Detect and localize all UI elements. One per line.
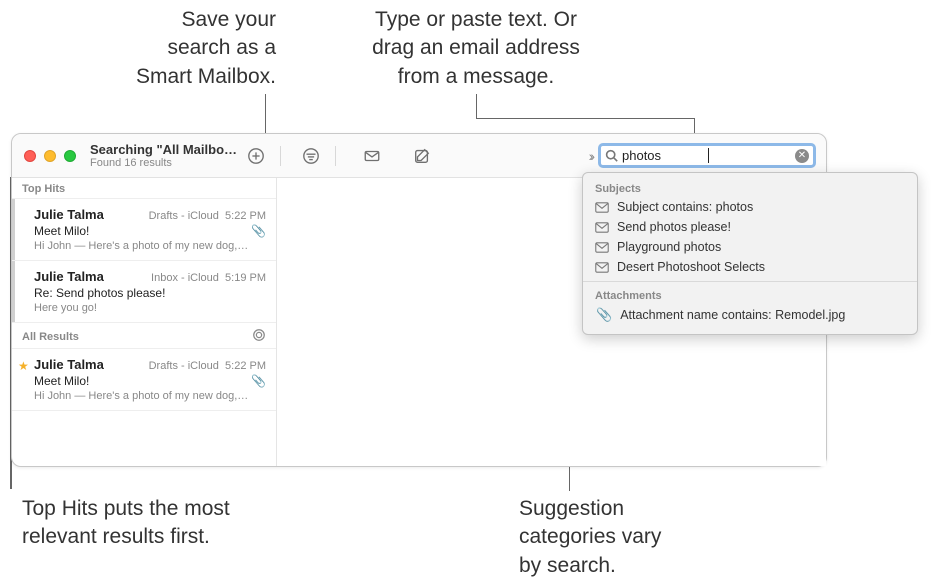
section-header-label: All Results — [22, 331, 79, 343]
compose-button[interactable] — [408, 142, 436, 170]
message-sender: Julie Talma — [34, 357, 104, 372]
search-icon — [605, 149, 618, 162]
suggestion-label: Attachment name contains: Remodel.jpg — [620, 308, 845, 322]
overflow-icon[interactable]: ›› — [589, 148, 592, 164]
search-suggestions-popover: Subjects Subject contains: photos Send p… — [582, 172, 918, 335]
message-preview: Here you go! — [34, 302, 266, 314]
callout-smart-mailbox: Save yoursearch as aSmart Mailbox. — [76, 6, 276, 91]
paperclip-icon: 📎 — [596, 307, 612, 323]
sort-icon[interactable] — [252, 328, 266, 345]
popover-header-subjects: Subjects — [583, 179, 917, 197]
callout-search-hint: Type or paste text. Ordrag an email addr… — [336, 6, 616, 91]
message-item[interactable]: Julie Talma Inbox - iCloud 5:19 PM Re: S… — [12, 261, 276, 323]
suggestion-item[interactable]: Send photos please! — [583, 217, 917, 237]
callout-line — [476, 94, 477, 118]
accent-indicator — [12, 261, 15, 322]
suggestion-label: Subject contains: photos — [617, 200, 753, 214]
suggestion-item[interactable]: 📎 Attachment name contains: Remodel.jpg — [583, 304, 917, 326]
envelope-icon — [595, 242, 609, 253]
search-input-text: photos — [622, 148, 708, 163]
filter-button[interactable] — [297, 142, 325, 170]
minimize-window-button[interactable] — [44, 150, 56, 162]
section-header-label: Top Hits — [22, 183, 65, 195]
message-meta: Drafts - iCloud 5:22 PM — [149, 360, 266, 372]
suggestion-item[interactable]: Playground photos — [583, 237, 917, 257]
suggestion-label: Playground photos — [617, 240, 721, 254]
envelope-icon — [595, 222, 609, 233]
clear-search-button[interactable]: ✕ — [795, 149, 809, 163]
callout-suggestions: Suggestioncategories varyby search. — [519, 495, 779, 580]
message-subject: Meet Milo! — [34, 224, 89, 238]
envelope-icon — [595, 202, 609, 213]
window-subtitle: Found 16 results — [90, 157, 240, 169]
attachment-icon: 📎 — [251, 224, 266, 238]
suggestion-label: Send photos please! — [617, 220, 731, 234]
suggestion-item[interactable]: Subject contains: photos — [583, 197, 917, 217]
save-smart-mailbox-button[interactable] — [242, 142, 270, 170]
callout-line — [476, 118, 694, 119]
toolbar-divider — [280, 146, 281, 166]
close-window-button[interactable] — [24, 150, 36, 162]
envelope-icon — [595, 262, 609, 273]
message-sender: Julie Talma — [34, 269, 104, 284]
callout-top-hits: Top Hits puts the mostrelevant results f… — [22, 495, 322, 552]
search-field[interactable]: photos ✕ — [598, 143, 816, 168]
section-header-all-results: All Results — [12, 323, 276, 349]
attachment-icon: 📎 — [251, 374, 266, 388]
popover-header-attachments: Attachments — [583, 286, 917, 304]
message-item[interactable]: Julie Talma Drafts - iCloud 5:22 PM Meet… — [12, 199, 276, 261]
window-title-block: Searching "All Mailbo… Found 16 results — [90, 142, 240, 169]
fullscreen-window-button[interactable] — [64, 150, 76, 162]
toolbar-divider — [335, 146, 336, 166]
window-controls — [12, 150, 76, 162]
message-subject: Re: Send photos please! — [34, 286, 165, 300]
message-subject: Meet Milo! — [34, 374, 89, 388]
suggestion-label: Desert Photoshoot Selects — [617, 260, 765, 274]
text-caret — [708, 148, 709, 163]
message-preview: Hi John — Here's a photo of my new dog,… — [34, 390, 266, 402]
star-icon: ★ — [18, 359, 29, 373]
message-preview: Hi John — Here's a photo of my new dog,… — [34, 240, 266, 252]
window-title: Searching "All Mailbo… — [90, 142, 240, 157]
message-meta: Inbox - iCloud 5:19 PM — [151, 272, 266, 284]
message-sender: Julie Talma — [34, 207, 104, 222]
mail-button[interactable] — [358, 142, 386, 170]
popover-divider — [583, 281, 917, 282]
mail-window: Searching "All Mailbo… Found 16 results … — [11, 133, 827, 467]
message-item[interactable]: ★ Julie Talma Drafts - iCloud 5:22 PM Me… — [12, 349, 276, 411]
suggestion-item[interactable]: Desert Photoshoot Selects — [583, 257, 917, 277]
accent-indicator — [12, 199, 15, 260]
message-list: Top Hits Julie Talma Drafts - iCloud 5:2… — [12, 178, 277, 466]
message-meta: Drafts - iCloud 5:22 PM — [149, 210, 266, 222]
section-header-top-hits: Top Hits — [12, 178, 276, 199]
